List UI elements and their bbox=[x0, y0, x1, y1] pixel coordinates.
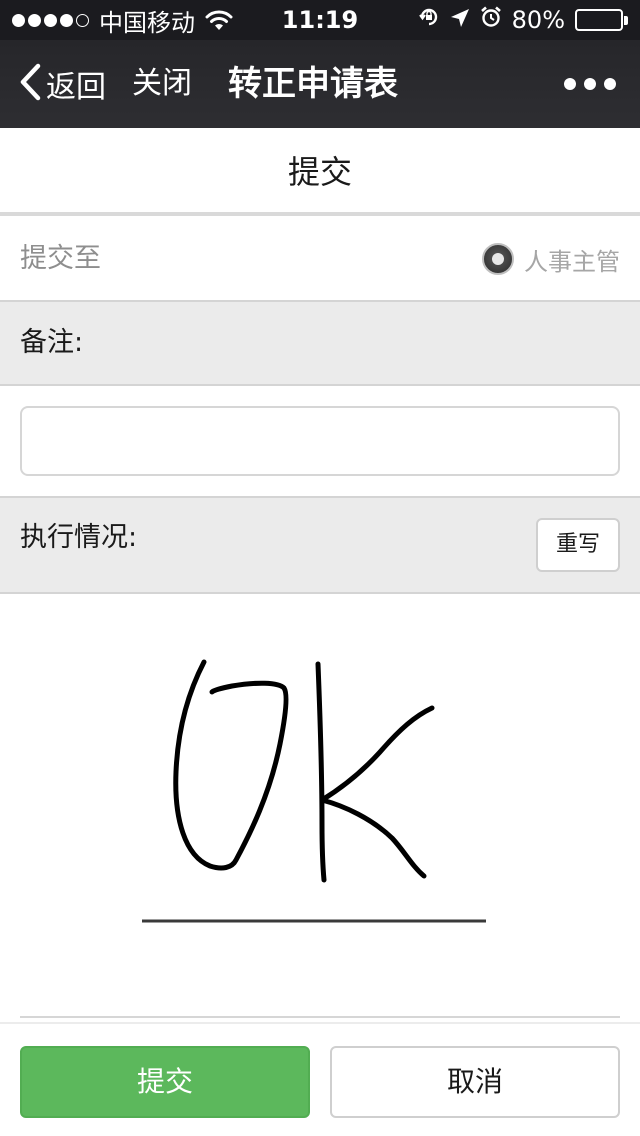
radio-selected-icon[interactable] bbox=[482, 243, 514, 275]
notes-area bbox=[0, 386, 640, 498]
back-button[interactable]: 返回 bbox=[18, 40, 106, 128]
battery-percent: 80% bbox=[511, 6, 565, 34]
action-bar: 提交 取消 bbox=[0, 1022, 640, 1136]
alarm-icon bbox=[480, 6, 502, 34]
divider bbox=[20, 1016, 620, 1018]
status-left: 中国移动 bbox=[12, 0, 233, 40]
signal-strength-icon bbox=[12, 13, 89, 27]
submit-to-option-label: 人事主管 bbox=[524, 247, 620, 276]
page-title: 转正申请表 bbox=[228, 64, 398, 104]
carrier-name: 中国移动 bbox=[99, 8, 195, 37]
battery-icon bbox=[575, 9, 628, 31]
back-label: 返回 bbox=[46, 70, 106, 105]
status-bar: 中国移动 11:19 80% bbox=[0, 0, 640, 40]
submit-to-label: 提交至 bbox=[20, 243, 101, 274]
wifi-icon bbox=[205, 9, 233, 31]
submit-to-row: 提交至 人事主管 bbox=[0, 218, 640, 302]
execution-label: 执行情况: bbox=[20, 522, 138, 553]
cancel-button[interactable]: 取消 bbox=[330, 1046, 620, 1118]
rotation-lock-icon bbox=[418, 6, 440, 34]
notes-input[interactable] bbox=[20, 406, 620, 476]
submit-to-option-hr-manager[interactable]: 人事主管 bbox=[482, 218, 620, 300]
chevron-left-icon bbox=[18, 63, 42, 105]
execution-section-header: 执行情况: 重写 bbox=[0, 498, 640, 594]
location-arrow-icon bbox=[450, 6, 470, 34]
signature-pad[interactable] bbox=[0, 594, 640, 1018]
notes-section-header: 备注: bbox=[0, 302, 640, 386]
submit-button[interactable]: 提交 bbox=[20, 1046, 310, 1118]
close-button[interactable]: 关闭 bbox=[132, 40, 192, 128]
nav-bar: 返回 关闭 转正申请表 bbox=[0, 40, 640, 128]
notes-label: 备注: bbox=[20, 327, 84, 358]
app-screen: 中国移动 11:19 80% 返回 关闭 转正申请表 提交 提交至 人事主管 备… bbox=[0, 0, 640, 1136]
status-right: 80% bbox=[418, 0, 628, 40]
more-dots-icon[interactable] bbox=[564, 40, 616, 128]
rewrite-button[interactable]: 重写 bbox=[536, 518, 620, 572]
form-header: 提交 bbox=[0, 128, 640, 216]
signature-drawing bbox=[142, 659, 486, 923]
